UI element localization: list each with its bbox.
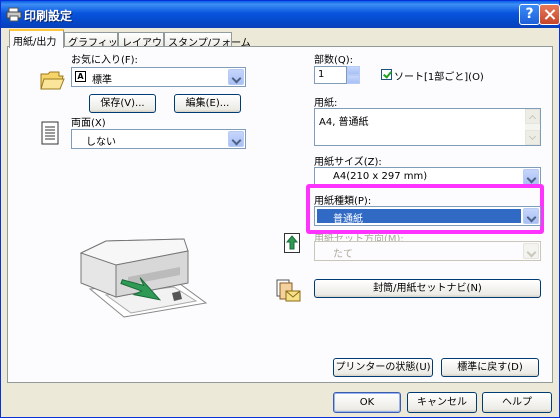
paper-type-select[interactable]: 普通紙 [314, 206, 541, 226]
duplex-page-icon [41, 121, 59, 145]
collate-checkbox[interactable] [381, 69, 392, 80]
chevron-down-icon[interactable] [228, 69, 244, 85]
tab-paper-output[interactable]: 用紙/出力 [9, 29, 64, 48]
window-title: 印刷設定 [24, 9, 73, 23]
paper-orientation-select: たて [314, 241, 541, 261]
copies-value: 1 [318, 69, 325, 80]
printer-status-button[interactable]: プリンターの状態(U) [333, 358, 433, 377]
tab-layout[interactable]: レイアウト [118, 32, 172, 49]
save-favorite-button[interactable]: 保存(V)... [89, 94, 156, 113]
spin-up-icon[interactable] [347, 66, 360, 75]
paper-summary-box: A4, 普通紙 [314, 108, 541, 146]
paper-type-value: 普通紙 [333, 214, 363, 225]
title-help-button[interactable]: ? [519, 4, 540, 25]
folder-icon [40, 71, 65, 90]
close-button[interactable] [539, 4, 560, 25]
paper-orientation-value: たて [333, 249, 353, 260]
print-settings-dialog: 印刷設定 ? 用紙/出力 グラフィックス レイアウト スタンプ/フォーム お気に… [0, 0, 560, 418]
help-button[interactable]: ヘルプ [482, 392, 552, 413]
paper-size-value: A4(210 x 297 mm) [333, 171, 428, 182]
paper-label: 用紙: [314, 98, 338, 109]
favorites-label: お気に入り(F): [71, 55, 138, 66]
tab-stamp-form[interactable]: スタンプ/フォーム [164, 32, 251, 49]
copies-input[interactable]: 1 [314, 66, 347, 84]
copies-label: 部数(Q): [314, 55, 354, 66]
duplex-select[interactable]: しない [71, 129, 246, 149]
collate-label: ソート[1部ごと](O) [394, 72, 484, 83]
title-bar[interactable]: 印刷設定 ? [1, 1, 560, 28]
chevron-down-icon [523, 243, 539, 259]
envelope-guide-icon [276, 279, 301, 302]
restore-defaults-button[interactable]: 標準に戻す(D) [441, 358, 539, 377]
duplex-value: しない [86, 137, 116, 148]
scrollbar[interactable] [525, 109, 540, 145]
paper-type-label: 用紙種類(P): [314, 196, 372, 207]
standard-preset-icon: A [75, 71, 86, 82]
feed-direction-icon [284, 233, 300, 253]
favorites-value: 標準 [92, 75, 112, 86]
spin-down-icon[interactable] [347, 75, 360, 84]
duplex-label: 両面(X) [71, 118, 106, 129]
paper-summary-value: A4, 普通紙 [319, 117, 369, 128]
copies-spinner[interactable] [347, 66, 361, 84]
printer-icon [6, 7, 22, 22]
paper-size-label: 用紙サイズ(Z): [314, 157, 382, 168]
edit-favorite-button[interactable]: 編集(E)... [174, 94, 241, 113]
cancel-button[interactable]: キャンセル [407, 392, 477, 413]
ok-button[interactable]: OK [333, 392, 401, 413]
chevron-down-icon[interactable] [228, 131, 244, 147]
favorites-select[interactable]: A 標準 [71, 67, 246, 87]
printer-illustration [79, 238, 208, 318]
tab-graphics[interactable]: グラフィックス [64, 32, 138, 49]
chevron-down-icon[interactable] [523, 208, 539, 224]
envelope-paper-guide-button[interactable]: 封筒/用紙セットナビ(N) [314, 279, 541, 298]
chevron-down-icon[interactable] [523, 169, 539, 185]
